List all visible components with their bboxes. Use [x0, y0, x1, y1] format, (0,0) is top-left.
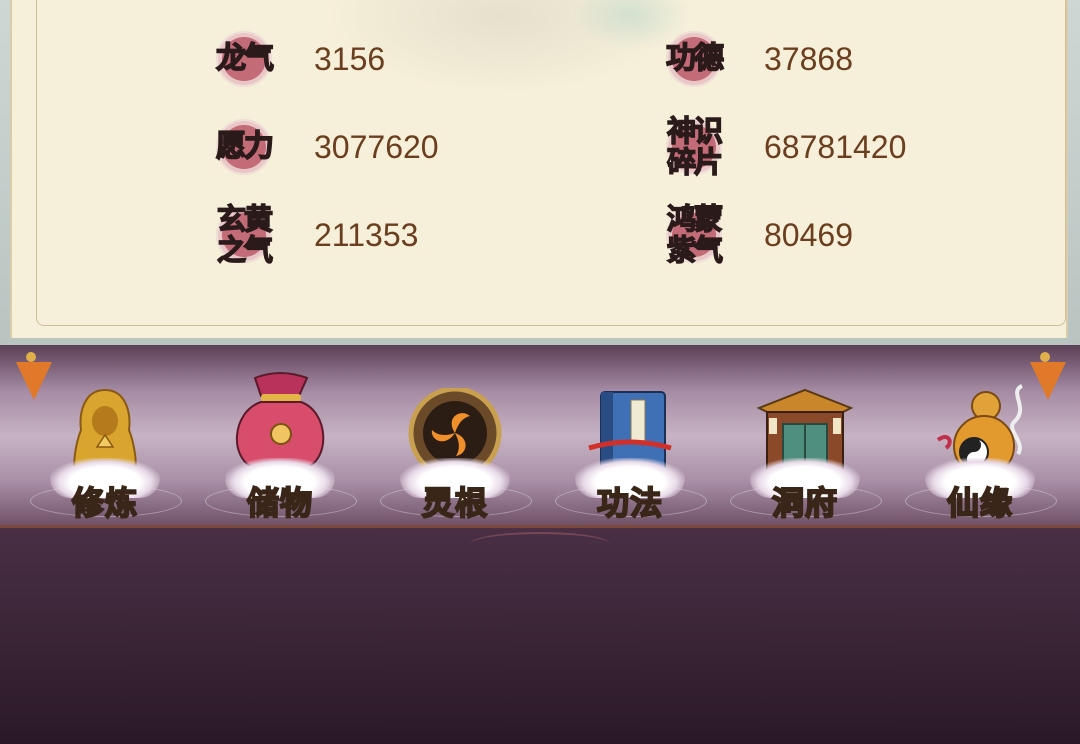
stat-label: 玄黄 之气	[212, 202, 276, 267]
stat-value: 68781420	[764, 128, 907, 165]
menu-item-technique[interactable]: 功法	[555, 380, 707, 525]
stat-label-line: 之气	[216, 233, 274, 267]
stat-longqi: 龙气 3156	[212, 24, 385, 94]
menu-item-storage[interactable]: 储物	[205, 372, 357, 525]
stat-label: 神识 碎片	[662, 114, 726, 179]
stat-yuanli: 愿力 3077620	[212, 112, 439, 182]
stat-label-line: 神识	[666, 114, 724, 148]
stat-badge: 玄黄 之气	[212, 203, 276, 267]
menu-label: 仙缘	[946, 483, 1013, 523]
bottom-background	[0, 528, 1080, 744]
stat-label-line: 碎片	[666, 145, 724, 179]
stat-xuanhuang-zhiqi: 玄黄 之气 211353	[212, 200, 418, 270]
stat-value: 211353	[314, 216, 419, 253]
parchment	[10, 0, 1068, 338]
stat-label-line: 鸿蒙	[666, 202, 724, 236]
stats-panel	[0, 0, 1080, 345]
stat-label: 功德	[665, 41, 725, 76]
menu-item-immortal-fate[interactable]: 仙缘	[905, 380, 1057, 525]
stat-badge: 神识 碎片	[662, 115, 726, 179]
menu-item-spirit-root[interactable]: 灵根	[380, 380, 532, 525]
stat-value: 3077620	[314, 128, 439, 165]
menu-item-cultivate[interactable]: 修炼	[30, 380, 182, 525]
stat-badge: 龙气	[212, 27, 276, 91]
stat-value: 80469	[764, 216, 853, 253]
stat-gongde: 功德 37868	[662, 24, 853, 94]
menu-label: 修炼	[71, 483, 138, 523]
stat-label-line: 玄黄	[216, 202, 274, 236]
menu-label: 储物	[246, 483, 313, 523]
menu-item-dwelling[interactable]: 洞府	[730, 380, 882, 525]
menu-label: 灵根	[421, 483, 488, 523]
stat-label: 愿力	[215, 129, 275, 164]
stat-label-line: 紫气	[666, 233, 724, 267]
stat-value: 37868	[764, 40, 853, 77]
panel-border	[36, 0, 1066, 326]
stat-shenshi-suipian: 神识 碎片 68781420	[662, 112, 906, 182]
stat-hongmeng-ziqi: 鸿蒙 紫气 80469	[662, 200, 853, 270]
stat-badge: 鸿蒙 紫气	[662, 203, 726, 267]
menu-label: 洞府	[771, 483, 838, 523]
stat-badge: 愿力	[212, 115, 276, 179]
stat-value: 3156	[314, 40, 386, 77]
stat-label: 龙气	[215, 41, 275, 76]
stat-label: 鸿蒙 紫气	[662, 202, 726, 267]
stat-badge: 功德	[662, 27, 726, 91]
ornament-decoration	[470, 532, 610, 556]
menu-label: 功法	[596, 483, 663, 523]
